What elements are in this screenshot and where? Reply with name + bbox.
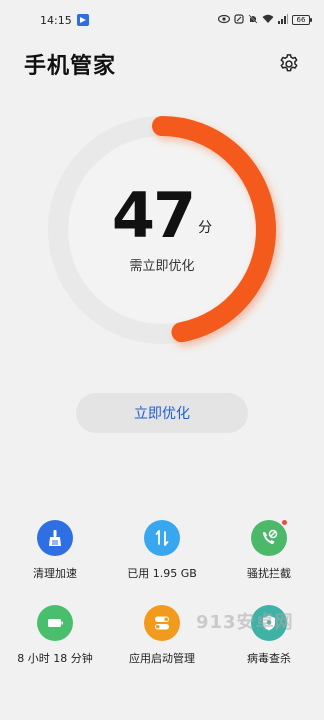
optimize-now-button[interactable]: 立即优化 — [76, 393, 248, 433]
page-title: 手机管家 — [24, 54, 117, 79]
tool-battery[interactable]: 8 小时 18 分钟 — [0, 605, 110, 666]
toggle-icon — [144, 605, 180, 641]
app-notification-icon — [76, 14, 89, 26]
score-unit: 分 — [198, 219, 213, 236]
status-time: 14:15 — [40, 13, 72, 27]
battery-indicator: 66 — [292, 15, 312, 25]
data-usage-icon — [144, 520, 180, 556]
score-value: 47 — [111, 178, 196, 252]
battery-icon — [37, 605, 73, 641]
tool-label-cleanup: 清理加速 — [33, 567, 77, 580]
broom-icon — [37, 520, 73, 556]
tool-label-data-usage: 已用 1.95 GB — [127, 567, 197, 580]
score-gauge: 47 分 需立即优化 — [40, 102, 284, 362]
score-center: 47 分 需立即优化 — [40, 102, 284, 362]
phone-block-icon — [251, 519, 288, 556]
eye-icon — [217, 14, 231, 27]
nfc-icon — [234, 13, 244, 27]
score-row: 47 分 — [111, 178, 213, 252]
tool-label-harassment-block: 骚扰拦截 — [247, 567, 291, 580]
wifi-icon — [262, 14, 274, 27]
watermark: 913安卓网 — [196, 612, 294, 633]
score-status: 需立即优化 — [129, 258, 195, 274]
status-bar: 14:15 66 — [0, 0, 324, 40]
tool-label-virus-scan: 病毒查杀 — [247, 652, 291, 665]
tool-data-usage[interactable]: 已用 1.95 GB — [110, 520, 214, 581]
signal-icon — [278, 13, 288, 27]
settings-button[interactable] — [276, 51, 302, 77]
status-bar-right: 66 — [217, 13, 312, 27]
tools-grid: 清理加速 已用 1.95 GB 骚扰拦截 8 小时 18 分钟 应用启动管理 病… — [0, 519, 324, 666]
notification-dot — [281, 519, 288, 526]
mute-icon — [248, 14, 258, 27]
tool-label-app-launch: 应用启动管理 — [129, 652, 195, 665]
status-bar-left: 14:15 — [40, 14, 89, 27]
tool-label-battery: 8 小时 18 分钟 — [17, 652, 93, 665]
tool-cleanup[interactable]: 清理加速 — [0, 520, 110, 581]
header: 手机管家 — [0, 44, 324, 84]
tool-harassment-block[interactable]: 骚扰拦截 — [214, 519, 324, 581]
gear-icon — [280, 54, 298, 72]
